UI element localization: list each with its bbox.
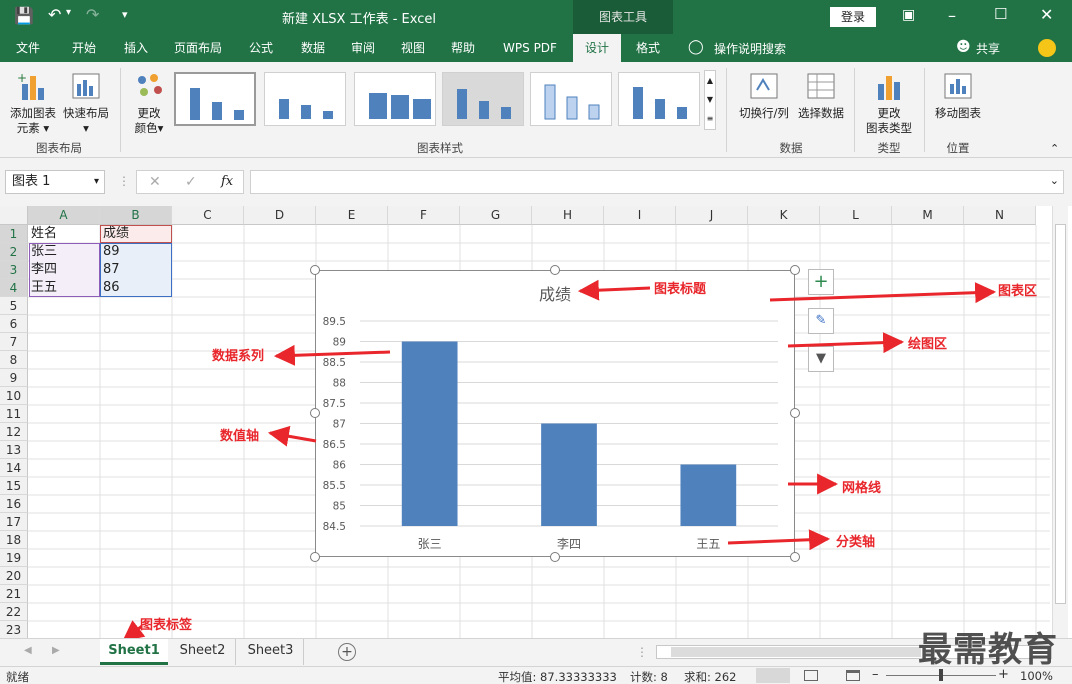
sheet-tab-bar: ◀ ▶ Sheet1 Sheet2 Sheet3 + ⋮ — [0, 638, 1072, 666]
annotation-data-series: 数据系列 — [212, 349, 265, 364]
annotation-chart-area: 图表区 — [998, 284, 1038, 299]
page-break-view-icon[interactable] — [846, 670, 860, 681]
arrow-chart-area — [769, 282, 997, 304]
status-count: 计数: 8 — [630, 670, 668, 684]
arrow-value-axis — [267, 425, 317, 447]
annotation-chart-title: 图表标题 — [654, 282, 707, 297]
zoom-in-icon[interactable]: + — [998, 667, 1009, 682]
arrow-chart-title — [577, 279, 651, 301]
arrow-data-series — [273, 344, 391, 366]
annotation-value-axis: 数值轴 — [220, 429, 260, 444]
arrow-category-axis — [727, 529, 831, 551]
horizontal-scroll-thumb[interactable] — [671, 647, 921, 657]
prev-sheet-icon[interactable]: ◀ — [24, 645, 32, 656]
status-sum: 求和: 262 — [684, 670, 737, 684]
sheet-tab-sheet2[interactable]: Sheet2 — [170, 639, 236, 665]
zoom-level: 100% — [1020, 669, 1053, 683]
arrow-plot-area — [787, 332, 905, 354]
new-sheet-plus-icon[interactable]: + — [338, 643, 356, 661]
page-layout-view-icon[interactable] — [804, 670, 818, 681]
zoom-out-icon[interactable]: – — [872, 667, 879, 682]
annotation-category-axis: 分类轴 — [836, 535, 876, 550]
annotation-sheet-label: 图表标签 — [140, 618, 193, 633]
zoom-slider-thumb[interactable] — [939, 669, 943, 681]
annotation-plot-area: 绘图区 — [908, 337, 948, 352]
watermark-logo: 最需教育 — [918, 630, 1058, 670]
status-average: 平均值: 87.33333333 — [498, 670, 617, 684]
status-ready: 就绪 — [6, 670, 29, 684]
status-bar: 就绪 平均值: 87.33333333 计数: 8 求和: 262 – + 10… — [0, 666, 1072, 684]
tab-split-grip-icon[interactable]: ⋮ — [636, 645, 648, 659]
zoom-slider[interactable] — [886, 669, 996, 681]
normal-view-icon[interactable] — [756, 668, 790, 683]
next-sheet-icon[interactable]: ▶ — [52, 645, 60, 656]
annotation-gridlines: 网格线 — [842, 481, 882, 496]
sheet-tab-sheet3[interactable]: Sheet3 — [238, 639, 304, 665]
sheet-tab-sheet1[interactable]: Sheet1 — [100, 639, 168, 665]
